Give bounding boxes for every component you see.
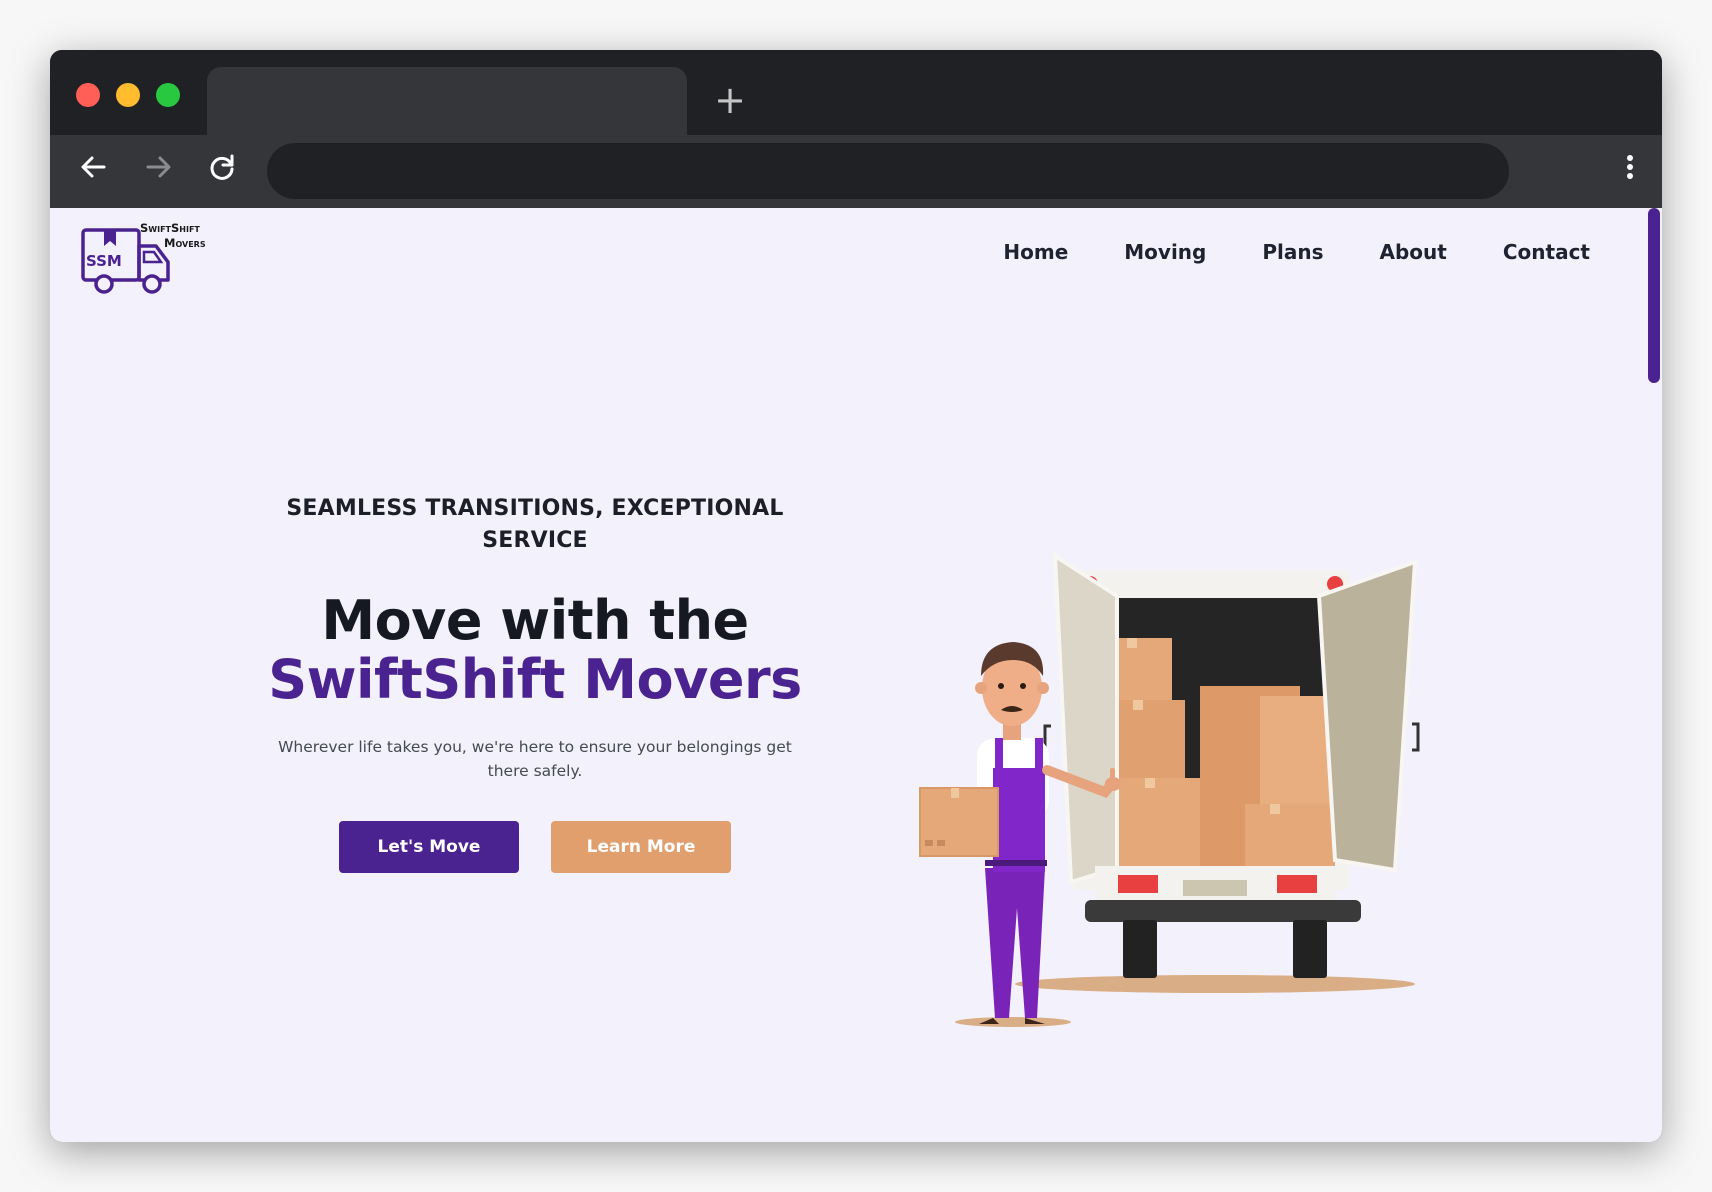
close-window-button[interactable]	[76, 83, 100, 107]
browser-toolbar	[50, 135, 1662, 208]
nav-home[interactable]: Home	[1003, 240, 1068, 264]
hero-headline-line1: Move with the	[321, 589, 749, 652]
hero-eyebrow: SEAMLESS TRANSITIONS, EXCEPTIONAL SERVIC…	[286, 496, 784, 553]
new-tab-button[interactable]: +	[710, 80, 750, 120]
hero-subtitle: Wherever life takes you, we're here to e…	[278, 738, 792, 780]
back-arrow-icon	[81, 156, 106, 178]
more-vert-icon	[1627, 155, 1633, 179]
mover-truck-illustration	[919, 552, 1420, 1027]
nav-contact[interactable]: Contact	[1503, 240, 1590, 264]
forward-button[interactable]	[138, 147, 178, 187]
maximize-window-button[interactable]	[156, 83, 180, 107]
main-nav: Home Moving Plans About Contact	[1003, 240, 1590, 264]
lets-move-button[interactable]: Let's Move	[339, 821, 519, 873]
hero-buttons: Let's Move Learn More	[260, 821, 810, 873]
logo-mark: SSM	[86, 252, 122, 270]
back-button[interactable]	[74, 147, 114, 187]
hero-headline-line2: SwiftShift Movers	[268, 648, 802, 711]
address-bar[interactable]	[267, 143, 1509, 199]
active-tab[interactable]	[207, 67, 687, 135]
browser-window: + SSM SwiftShift Movers Home Moving Plan…	[50, 50, 1662, 1142]
page-viewport: SSM SwiftShift Movers Home Moving Plans …	[50, 208, 1662, 1142]
nav-plans[interactable]: Plans	[1262, 240, 1323, 264]
nav-moving[interactable]: Moving	[1124, 240, 1206, 264]
logo-name-line2: Movers	[164, 236, 206, 250]
site-logo[interactable]: SSM SwiftShift Movers	[80, 222, 230, 298]
forward-arrow-icon	[146, 156, 171, 178]
logo-name-line1: SwiftShift	[140, 222, 200, 235]
minimize-window-button[interactable]	[116, 83, 140, 107]
nav-about[interactable]: About	[1380, 240, 1447, 264]
hero-section: SEAMLESS TRANSITIONS, EXCEPTIONAL SERVIC…	[260, 493, 810, 873]
scrollbar-thumb[interactable]	[1648, 208, 1660, 383]
learn-more-button[interactable]: Learn More	[551, 821, 731, 873]
reload-button[interactable]	[202, 147, 242, 187]
tab-bar: +	[50, 50, 1662, 135]
reload-icon	[210, 154, 234, 180]
browser-menu-button[interactable]	[1610, 147, 1650, 187]
